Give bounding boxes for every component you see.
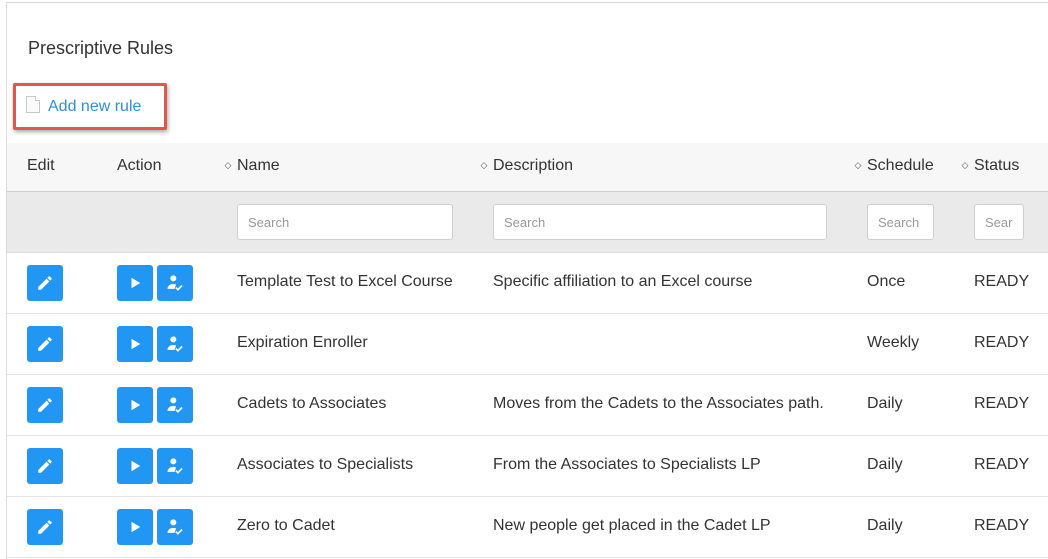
column-header-schedule[interactable]: ◇ Schedule xyxy=(853,143,934,192)
rules-panel: Prescriptive Rules Add new rule Edit Act… xyxy=(6,2,1048,559)
rule-name: Associates to Specialists xyxy=(237,456,414,473)
rule-schedule: Daily xyxy=(867,456,903,473)
user-check-icon xyxy=(167,275,183,291)
rule-status: READY xyxy=(974,517,1030,534)
add-new-rule-label: Add new rule xyxy=(48,97,142,115)
rule-status: READY xyxy=(974,334,1030,351)
pencil-icon xyxy=(38,398,52,412)
edit-button[interactable] xyxy=(27,387,63,423)
user-check-icon xyxy=(167,458,183,474)
user-check-icon xyxy=(167,397,183,413)
column-header-schedule-label: Schedule xyxy=(867,157,934,174)
column-header-description[interactable]: ◇ Description xyxy=(479,143,574,192)
edit-button[interactable] xyxy=(27,448,63,484)
column-header-status[interactable]: ◇ Status xyxy=(960,143,1020,192)
sort-icon: ◇ xyxy=(224,160,232,170)
sort-icon: ◇ xyxy=(480,160,488,170)
filter-row xyxy=(7,192,1048,253)
table-row: Associates to Specialists From the Assoc… xyxy=(7,436,1048,497)
rule-schedule: Once xyxy=(867,273,906,290)
user-check-icon xyxy=(167,519,183,535)
rule-name: Zero to Cadet xyxy=(237,517,335,534)
rule-description: From the Associates to Specialists LP xyxy=(493,456,761,473)
edit-button[interactable] xyxy=(27,265,63,301)
user-check-icon xyxy=(167,336,183,352)
pencil-icon xyxy=(38,276,52,290)
name-search-input[interactable] xyxy=(237,204,453,240)
preview-users-button[interactable] xyxy=(157,265,193,301)
column-header-name-label: Name xyxy=(237,157,280,174)
status-search-input[interactable] xyxy=(974,204,1024,240)
rule-status: READY xyxy=(974,273,1030,290)
run-rule-button[interactable] xyxy=(117,326,153,362)
rule-name: Cadets to Associates xyxy=(237,395,387,412)
table-row: Expiration Enroller Weekly READY xyxy=(7,314,1048,375)
rule-description: Moves from the Cadets to the Associates … xyxy=(493,395,824,412)
rule-status: READY xyxy=(974,456,1030,473)
edit-button[interactable] xyxy=(27,509,63,545)
rule-name: Expiration Enroller xyxy=(237,334,368,351)
sort-icon: ◇ xyxy=(961,160,969,170)
rule-schedule: Weekly xyxy=(867,334,920,351)
run-rule-button[interactable] xyxy=(117,387,153,423)
pencil-icon xyxy=(38,337,52,351)
preview-users-button[interactable] xyxy=(157,509,193,545)
run-rule-button[interactable] xyxy=(117,509,153,545)
table-row: Zero to Cadet New people get placed in t… xyxy=(7,497,1048,558)
table-row: Template Test to Excel Course Specific a… xyxy=(7,253,1048,314)
preview-users-button[interactable] xyxy=(157,387,193,423)
column-header-name[interactable]: ◇ Name xyxy=(223,143,280,192)
sort-icon: ◇ xyxy=(854,160,862,170)
add-new-rule-link[interactable]: Add new rule xyxy=(13,83,167,130)
page-title: Prescriptive Rules xyxy=(28,38,174,58)
column-header-action: Action xyxy=(117,143,161,192)
edit-button[interactable] xyxy=(27,326,63,362)
preview-users-button[interactable] xyxy=(157,448,193,484)
play-icon xyxy=(131,460,141,472)
column-header-edit: Edit xyxy=(27,143,55,192)
play-icon xyxy=(131,277,141,289)
rule-description: Specific affiliation to an Excel course xyxy=(493,273,753,290)
play-icon xyxy=(131,338,141,350)
rule-status: READY xyxy=(974,395,1030,412)
pencil-icon xyxy=(38,459,52,473)
rule-name: Template Test to Excel Course xyxy=(237,273,453,290)
table-header: Edit Action ◇ Name ◇ Description ◇ Schedule… xyxy=(7,143,1048,192)
rule-schedule: Daily xyxy=(867,517,903,534)
schedule-search-input[interactable] xyxy=(867,204,934,240)
run-rule-button[interactable] xyxy=(117,448,153,484)
play-icon xyxy=(131,521,141,533)
column-header-edit-label: Edit xyxy=(27,157,55,174)
column-header-description-label: Description xyxy=(493,157,574,174)
play-icon xyxy=(131,399,141,411)
column-header-status-label: Status xyxy=(974,157,1020,174)
table-row: Cadets to Associates Moves from the Cade… xyxy=(7,375,1048,436)
pencil-icon xyxy=(38,520,52,534)
description-search-input[interactable] xyxy=(493,204,827,240)
column-header-action-label: Action xyxy=(117,157,162,174)
rule-description: New people get placed in the Cadet LP xyxy=(493,517,771,534)
run-rule-button[interactable] xyxy=(117,265,153,301)
rule-schedule: Daily xyxy=(867,395,903,412)
preview-users-button[interactable] xyxy=(157,326,193,362)
document-icon xyxy=(26,96,40,113)
